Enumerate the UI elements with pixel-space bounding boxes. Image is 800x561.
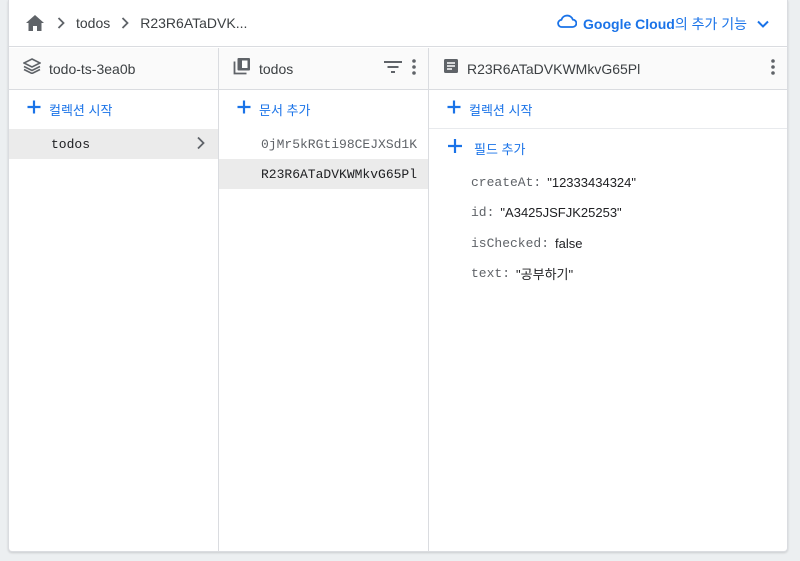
document-item-label: 0jMr5kRGti98CEJXSd1K	[261, 136, 418, 152]
google-cloud-extensions-button[interactable]: Google Cloud 의 추가 기능	[557, 0, 769, 47]
breadcrumb-bar: todos R23R6ATaDVK... Google Cloud 의 추가 기…	[9, 0, 787, 47]
plus-icon	[27, 100, 41, 119]
collection-column-header: todos	[219, 48, 428, 90]
root-column: todo-ts-3ea0b 컬렉션 시작 todos	[9, 48, 219, 551]
collection-header-actions	[384, 48, 416, 90]
field-colon: :	[486, 205, 495, 221]
document-header-actions	[771, 48, 775, 90]
more-vert-icon[interactable]	[771, 58, 775, 80]
field-row[interactable]: id: "A3425JSFJK25253"	[471, 198, 787, 229]
field-key: isChecked	[471, 235, 542, 251]
field-value: false	[555, 235, 583, 251]
project-title: todo-ts-3ea0b	[49, 60, 136, 77]
field-colon: :	[502, 266, 511, 282]
start-subcollection-button[interactable]: 컬렉션 시작	[429, 90, 787, 129]
google-cloud-brand: Google Cloud	[583, 15, 675, 32]
breadcrumb-document[interactable]: R23R6ATaDVK...	[140, 15, 247, 31]
chevron-right-icon	[52, 17, 70, 29]
field-colon: :	[541, 235, 550, 251]
plus-icon	[237, 100, 251, 119]
field-key: text	[471, 266, 503, 282]
field-value: "A3425JSFJK25253"	[500, 205, 622, 221]
start-subcollection-label: 컬렉션 시작	[469, 102, 533, 118]
more-vert-icon[interactable]	[412, 58, 416, 80]
document-column-header: R23R6ATaDVKWMkvG65Pl	[429, 48, 787, 90]
start-collection-label: 컬렉션 시작	[49, 102, 113, 118]
field-row[interactable]: isChecked: false	[471, 228, 787, 259]
add-field-button[interactable]: 필드 추가	[429, 129, 787, 167]
document-item[interactable]: 0jMr5kRGti98CEJXSd1K	[219, 129, 428, 159]
home-icon[interactable]	[24, 12, 46, 34]
firebase-layers-icon	[22, 58, 42, 79]
chevron-right-icon	[116, 17, 134, 29]
cloud-icon	[557, 14, 578, 33]
field-list: createAt: "12333434324" id: "A3425JSFJK2…	[429, 167, 787, 289]
document-title: R23R6ATaDVKWMkvG65Pl	[467, 60, 641, 77]
collection-title: todos	[259, 60, 294, 77]
filter-icon[interactable]	[384, 60, 402, 78]
collection-item-todos[interactable]: todos	[9, 129, 218, 159]
root-column-header: todo-ts-3ea0b	[9, 48, 218, 90]
field-value: "공부하기"	[516, 267, 574, 283]
plus-icon	[447, 100, 461, 119]
collection-column: todos 문서 추가 0jMr5kRGti98CEJXSd1K R23R6AT…	[219, 48, 429, 551]
document-item-label: R23R6ATaDVKWMkvG65Pl	[261, 166, 418, 182]
document-icon	[443, 58, 459, 79]
chevron-right-icon	[196, 136, 206, 154]
field-key: createAt	[471, 174, 534, 190]
extensions-label: 의 추가 기능	[674, 15, 747, 32]
collection-icon	[233, 57, 251, 80]
field-key: id	[471, 205, 487, 221]
field-row[interactable]: text: "공부하기"	[471, 259, 787, 290]
add-document-button[interactable]: 문서 추가	[219, 90, 428, 129]
add-field-label: 필드 추가	[474, 141, 526, 157]
breadcrumb-collection[interactable]: todos	[76, 15, 110, 31]
plus-icon	[447, 138, 463, 159]
document-column: R23R6ATaDVKWMkvG65Pl 컬렉션 시작 필드 추가 create…	[429, 48, 787, 551]
collection-item-label: todos	[51, 136, 91, 152]
field-colon: :	[533, 174, 542, 190]
field-value: "12333434324"	[547, 174, 636, 190]
document-item[interactable]: R23R6ATaDVKWMkvG65Pl	[219, 159, 428, 189]
field-row[interactable]: createAt: "12333434324"	[471, 167, 787, 198]
start-collection-button[interactable]: 컬렉션 시작	[9, 90, 218, 129]
add-document-label: 문서 추가	[259, 102, 311, 118]
chevron-down-icon	[757, 15, 769, 33]
firestore-data-panel: todos R23R6ATaDVK... Google Cloud 의 추가 기…	[8, 0, 788, 552]
